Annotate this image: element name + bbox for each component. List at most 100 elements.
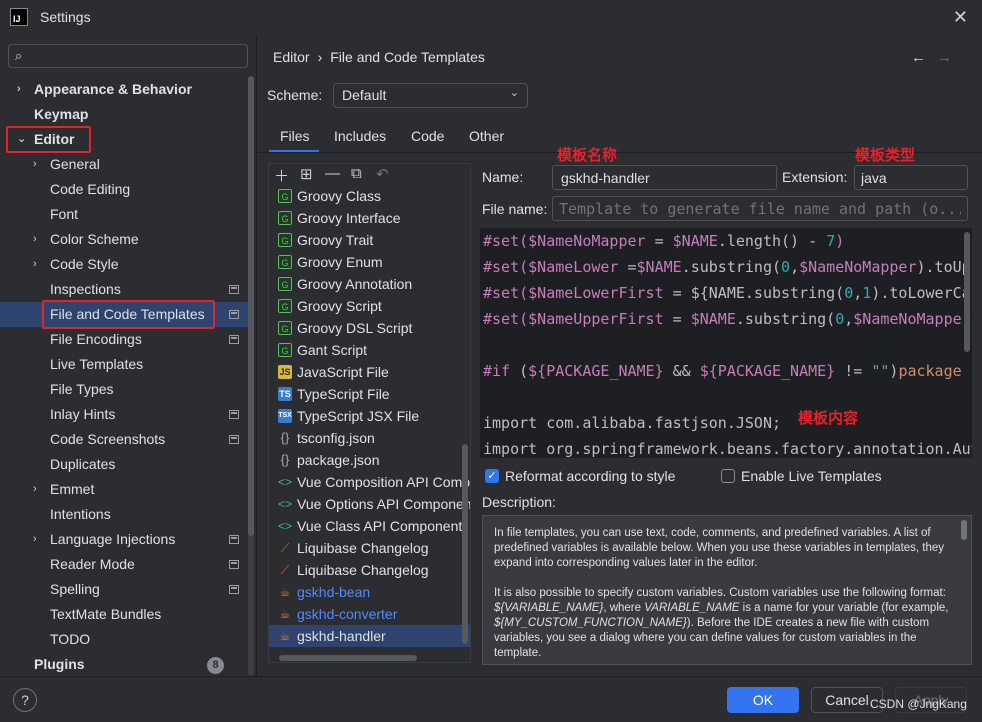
ok-button[interactable]: OK [727, 687, 799, 713]
reset-icon[interactable]: ↶ [376, 165, 389, 183]
sidebar-item-file-encodings[interactable]: File Encodings [0, 327, 248, 352]
sidebar-item-reader-mode[interactable]: Reader Mode [0, 552, 248, 577]
description-scrollbar[interactable] [961, 520, 967, 540]
template-list-item[interactable]: G Groovy DSL Script [269, 317, 470, 339]
template-code-editor[interactable]: #set($NameNoMapper = $NAME.length() - 7)… [480, 228, 972, 458]
template-type-icon: ⟋ [280, 563, 290, 577]
sidebar-item-code-screenshots[interactable]: Code Screenshots [0, 427, 248, 452]
sidebar-item-duplicates[interactable]: Duplicates [0, 452, 248, 477]
sidebar-item-intentions[interactable]: Intentions [0, 502, 248, 527]
template-type-icon: G [278, 189, 292, 203]
template-list-item[interactable]: ☕ gskhd-handler [269, 625, 470, 647]
project-scope-icon [229, 285, 239, 294]
annotation-template-name: 模板名称 [557, 147, 618, 164]
template-type-icon: G [278, 233, 292, 247]
sidebar-item-live-templates[interactable]: Live Templates [0, 352, 248, 377]
settings-sidebar: ⌕ › Appearance & Behavior Keymap ⌄ Editor … [0, 36, 256, 676]
template-type-icon: ⟋ [280, 541, 290, 555]
plugins-update-badge: 8 [207, 657, 224, 674]
close-icon[interactable]: ✕ [953, 7, 968, 28]
sidebar-scrollbar[interactable] [248, 76, 254, 676]
back-arrow-icon[interactable]: ← [911, 49, 926, 66]
template-list-item[interactable]: <> Vue Class API Component [269, 515, 470, 537]
template-list-item[interactable]: G Groovy Annotation [269, 273, 470, 295]
tab-includes[interactable]: Includes [334, 128, 386, 144]
add-child-icon[interactable]: ⊞ [300, 165, 313, 183]
sidebar-item-code-style[interactable]: › Code Style [0, 252, 248, 277]
template-type-icon: G [278, 321, 292, 335]
template-list-item[interactable]: JS JavaScript File [269, 361, 470, 383]
list-horizontal-scrollbar[interactable] [279, 655, 417, 661]
template-list-item[interactable]: <> Vue Options API Component [269, 493, 470, 515]
tab-other[interactable]: Other [469, 128, 504, 144]
reformat-label[interactable]: Reformat according to style [505, 468, 675, 484]
tab-files[interactable]: Files [280, 128, 310, 144]
template-type-icon: ☕ [279, 585, 291, 599]
template-list-item[interactable]: G Groovy Trait [269, 229, 470, 251]
template-label: JavaScript File [297, 364, 389, 380]
template-type-icon: JS [278, 365, 292, 379]
template-label: Groovy Trait [297, 232, 374, 248]
template-list-item[interactable]: <> Vue Composition API Component [269, 471, 470, 493]
template-list-item[interactable]: G Groovy Class [269, 185, 470, 207]
sidebar-item-textmate[interactable]: TextMate Bundles [0, 602, 248, 627]
help-button[interactable]: ? [13, 688, 37, 712]
template-list-item[interactable]: G Groovy Interface [269, 207, 470, 229]
sidebar-item-spelling[interactable]: Spelling [0, 577, 248, 602]
dialog-footer: ? OK Cancel Apply CSDN @JngKang [0, 676, 982, 722]
forward-arrow-icon[interactable]: → [937, 49, 952, 66]
template-list-item[interactable]: TS TypeScript File [269, 383, 470, 405]
list-vertical-scrollbar[interactable] [462, 444, 468, 644]
code-line: import com.alibaba.fastjson.JSON; [483, 414, 782, 432]
live-templates-checkbox[interactable] [721, 469, 735, 483]
template-list-item[interactable]: ⟋ Liquibase Changelog [269, 559, 470, 581]
scheme-dropdown[interactable]: Default ⌄ [333, 83, 528, 108]
settings-search[interactable]: ⌕ [8, 44, 248, 68]
sidebar-item-emmet[interactable]: › Emmet [0, 477, 248, 502]
sidebar-item-appearance[interactable]: › Appearance & Behavior [0, 77, 248, 102]
description-box[interactable]: In file templates, you can use text, cod… [482, 515, 972, 665]
remove-icon[interactable]: — [325, 165, 340, 182]
template-list-item[interactable]: G Gant Script [269, 339, 470, 361]
code-line: #set($NameUpperFirst = $NAME.substring(0… [483, 310, 971, 328]
reformat-checkbox[interactable]: ✓ [485, 469, 499, 483]
extension-input[interactable] [854, 165, 968, 190]
live-templates-label[interactable]: Enable Live Templates [741, 468, 882, 484]
chevron-right-icon: › [33, 258, 37, 270]
template-list-item[interactable]: G Groovy Enum [269, 251, 470, 273]
sidebar-item-inspections[interactable]: Inspections [0, 277, 248, 302]
template-type-icon: G [278, 277, 292, 291]
template-label: tsconfig.json [297, 430, 375, 446]
template-list-item[interactable]: ☕ gskhd-bean [269, 581, 470, 603]
sidebar-item-file-types[interactable]: File Types [0, 377, 248, 402]
search-input[interactable] [35, 47, 235, 65]
template-list-item[interactable]: ⟋ Liquibase Changelog [269, 537, 470, 559]
template-type-icon: G [278, 343, 292, 357]
add-icon[interactable]: ＋ [274, 165, 289, 186]
template-list-item[interactable]: {} tsconfig.json [269, 427, 470, 449]
template-list-item[interactable]: G Groovy Script [269, 295, 470, 317]
template-list-item[interactable]: ☕ gskhd-converter [269, 603, 470, 625]
editor-scrollbar[interactable] [964, 232, 970, 352]
filename-input[interactable] [552, 196, 968, 221]
sidebar-item-code-editing[interactable]: Code Editing [0, 177, 248, 202]
project-scope-icon [229, 585, 239, 594]
sidebar-item-font[interactable]: Font [0, 202, 248, 227]
template-list-item[interactable]: TSX TypeScript JSX File [269, 405, 470, 427]
template-label: Groovy Script [297, 298, 382, 314]
sidebar-item-inlay-hints[interactable]: Inlay Hints [0, 402, 248, 427]
name-input[interactable] [552, 165, 777, 190]
template-label: Groovy DSL Script [297, 320, 413, 336]
code-line: #set($NameNoMapper = $NAME.length() - 7) [483, 232, 845, 250]
sidebar-item-keymap[interactable]: Keymap [0, 102, 248, 127]
template-label: Liquibase Changelog [297, 540, 429, 556]
tab-code[interactable]: Code [411, 128, 444, 144]
copy-icon[interactable]: ⧉ [351, 165, 362, 182]
template-label: Vue Options API Component [297, 496, 470, 512]
sidebar-item-general[interactable]: › General [0, 152, 248, 177]
sidebar-item-color-scheme[interactable]: › Color Scheme [0, 227, 248, 252]
breadcrumb-editor[interactable]: Editor [273, 49, 310, 65]
template-list-item[interactable]: {} package.json [269, 449, 470, 471]
sidebar-item-language-injections[interactable]: › Language Injections [0, 527, 248, 552]
sidebar-item-todo[interactable]: TODO [0, 627, 248, 652]
